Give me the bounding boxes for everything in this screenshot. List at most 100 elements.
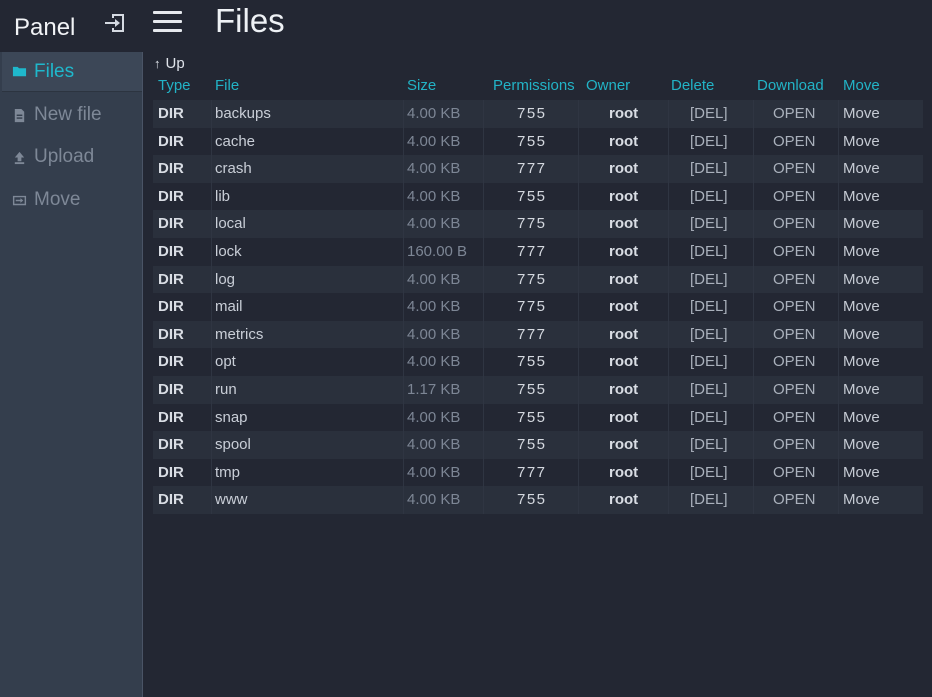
open-link[interactable]: OPEN	[773, 409, 816, 426]
delete-link[interactable]: [DEL]	[690, 243, 728, 260]
delete-link[interactable]: [DEL]	[690, 381, 728, 398]
column-header-file[interactable]: File	[215, 77, 239, 94]
delete-link[interactable]: [DEL]	[690, 271, 728, 288]
open-link[interactable]: OPEN	[773, 464, 816, 481]
cell-permissions[interactable]: 775	[517, 271, 547, 288]
open-link[interactable]: OPEN	[773, 381, 816, 398]
move-link[interactable]: Move	[843, 160, 880, 177]
move-link[interactable]: Move	[843, 133, 880, 150]
delete-link[interactable]: [DEL]	[690, 491, 728, 508]
cell-file-name[interactable]: tmp	[215, 464, 240, 481]
move-link[interactable]: Move	[843, 326, 880, 343]
open-link[interactable]: OPEN	[773, 353, 816, 370]
move-link[interactable]: Move	[843, 188, 880, 205]
open-link[interactable]: OPEN	[773, 491, 816, 508]
column-header-permissions[interactable]: Permissions	[493, 77, 575, 94]
move-link[interactable]: Move	[843, 353, 880, 370]
delete-link[interactable]: [DEL]	[690, 133, 728, 150]
open-link[interactable]: OPEN	[773, 326, 816, 343]
cell-permissions[interactable]: 775	[517, 298, 547, 315]
sidebar-item-label: New file	[34, 104, 102, 125]
open-link[interactable]: OPEN	[773, 188, 816, 205]
column-header-download[interactable]: Download	[757, 77, 824, 94]
move-link[interactable]: Move	[843, 271, 880, 288]
cell-file-name[interactable]: local	[215, 215, 246, 232]
cell-file-name[interactable]: backups	[215, 105, 271, 122]
column-header-type[interactable]: Type	[158, 77, 191, 94]
cell-size: 4.00 KB	[407, 160, 461, 178]
cell-permissions[interactable]: 777	[517, 326, 547, 343]
open-link[interactable]: OPEN	[773, 298, 816, 315]
up-link[interactable]: ↑ Up	[154, 55, 185, 72]
cell-file-name[interactable]: crash	[215, 160, 252, 177]
cell-file-name[interactable]: lock	[215, 243, 242, 260]
cell-size: 4.00 KB	[407, 105, 461, 122]
cell-permissions[interactable]: 777	[517, 464, 547, 481]
delete-link[interactable]: [DEL]	[690, 160, 728, 177]
cell-owner: root	[609, 353, 639, 371]
cell-permissions[interactable]: 777	[517, 160, 547, 177]
column-header-size[interactable]: Size	[407, 77, 436, 94]
cell-permissions[interactable]: 755	[517, 491, 547, 508]
open-link[interactable]: OPEN	[773, 105, 816, 122]
cell-permissions[interactable]: 755	[517, 105, 547, 122]
logout-icon[interactable]	[103, 11, 127, 35]
move-link[interactable]: Move	[843, 381, 880, 398]
cell-file-name[interactable]: metrics	[215, 326, 263, 343]
column-header-delete[interactable]: Delete	[671, 77, 714, 94]
delete-link[interactable]: [DEL]	[690, 353, 728, 370]
open-link[interactable]: OPEN	[773, 243, 816, 260]
cell-permissions[interactable]: 775	[517, 215, 547, 232]
cell-owner: root	[609, 436, 639, 454]
cell-file-name[interactable]: www	[215, 491, 248, 508]
cell-file-name[interactable]: log	[215, 271, 235, 288]
open-link[interactable]: OPEN	[773, 436, 816, 453]
delete-link[interactable]: [DEL]	[690, 215, 728, 232]
open-link[interactable]: OPEN	[773, 133, 816, 150]
open-link[interactable]: OPEN	[773, 160, 816, 177]
cell-file-name[interactable]: spool	[215, 436, 251, 453]
cell-file-name[interactable]: cache	[215, 133, 255, 150]
column-header-owner[interactable]: Owner	[586, 77, 630, 94]
move-link[interactable]: Move	[843, 464, 880, 481]
delete-link[interactable]: [DEL]	[690, 326, 728, 343]
sidebar-item-files[interactable]: Files	[2, 52, 142, 92]
delete-link[interactable]: [DEL]	[690, 409, 728, 426]
cell-file-name[interactable]: lib	[215, 188, 230, 205]
cell-permissions[interactable]: 755	[517, 381, 547, 398]
column-divider	[668, 237, 669, 266]
sidebar-item-move[interactable]: Move	[2, 180, 142, 220]
column-divider	[578, 458, 579, 487]
cell-file-name[interactable]: mail	[215, 298, 243, 315]
cell-permissions[interactable]: 755	[517, 188, 547, 205]
move-link[interactable]: Move	[843, 436, 880, 453]
cell-file-name[interactable]: opt	[215, 353, 236, 370]
delete-link[interactable]: [DEL]	[690, 298, 728, 315]
cell-file-name[interactable]: run	[215, 381, 237, 398]
move-link[interactable]: Move	[843, 215, 880, 232]
move-link[interactable]: Move	[843, 105, 880, 122]
move-link[interactable]: Move	[843, 409, 880, 426]
cell-permissions[interactable]: 755	[517, 409, 547, 426]
cell-file-name[interactable]: snap	[215, 409, 248, 426]
cell-permissions[interactable]: 755	[517, 353, 547, 370]
move-link[interactable]: Move	[843, 298, 880, 315]
open-link[interactable]: OPEN	[773, 215, 816, 232]
delete-link[interactable]: [DEL]	[690, 464, 728, 481]
column-header-move[interactable]: Move	[843, 77, 880, 94]
move-link[interactable]: Move	[843, 491, 880, 508]
open-link[interactable]: OPEN	[773, 271, 816, 288]
delete-link[interactable]: [DEL]	[690, 188, 728, 205]
column-divider	[483, 155, 484, 183]
column-divider	[211, 431, 212, 459]
cell-size: 4.00 KB	[407, 436, 461, 454]
delete-link[interactable]: [DEL]	[690, 105, 728, 122]
sidebar-item-upload[interactable]: Upload	[2, 137, 142, 177]
sidebar-item-new-file[interactable]: New file	[2, 95, 142, 135]
move-link[interactable]: Move	[843, 243, 880, 260]
hamburger-icon[interactable]	[153, 11, 182, 34]
cell-permissions[interactable]: 755	[517, 436, 547, 453]
delete-link[interactable]: [DEL]	[690, 436, 728, 453]
cell-permissions[interactable]: 777	[517, 243, 547, 260]
cell-permissions[interactable]: 755	[517, 133, 547, 150]
